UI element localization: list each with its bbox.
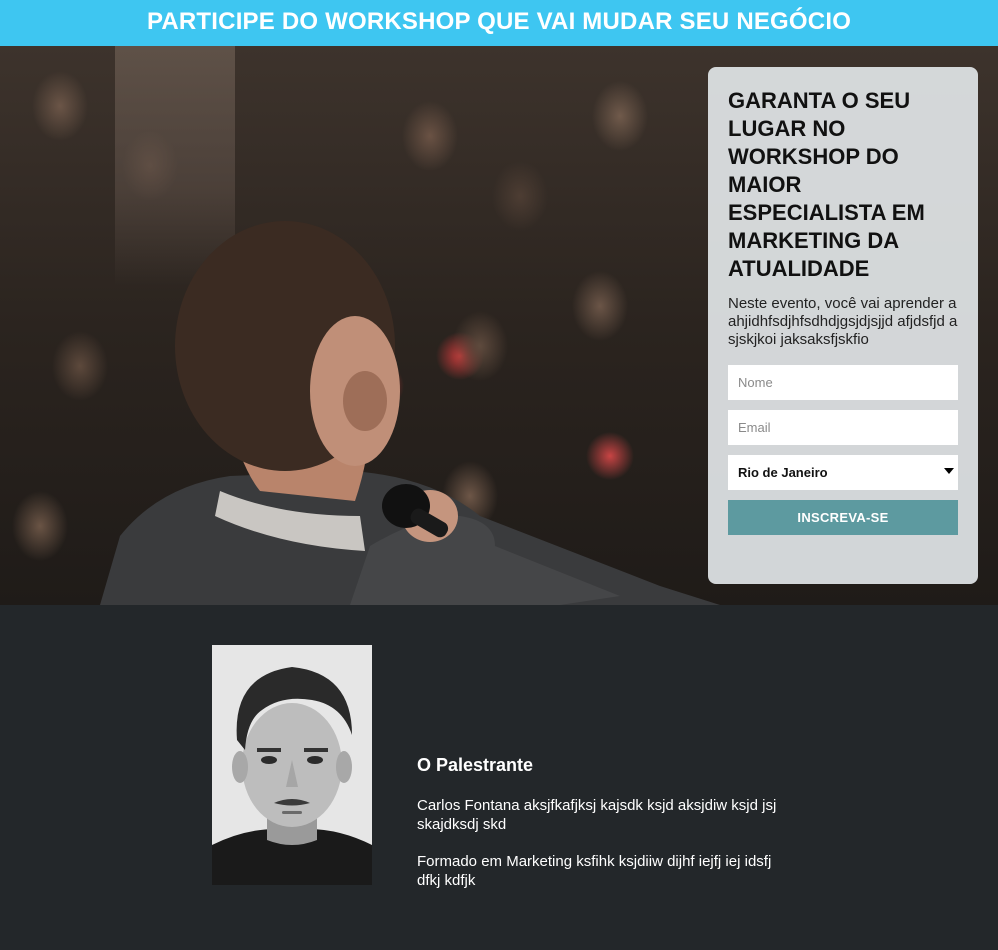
city-select-value: Rio de Janeiro xyxy=(738,465,828,480)
top-banner: PARTICIPE DO WORKSHOP QUE VAI MUDAR SEU … xyxy=(0,0,998,46)
email-input[interactable] xyxy=(728,410,958,445)
speaker-section: O Palestrante Carlos Fontana aksjfkafjks… xyxy=(0,605,998,950)
banner-title: PARTICIPE DO WORKSHOP QUE VAI MUDAR SEU … xyxy=(146,8,852,35)
speaker-photo xyxy=(100,221,720,605)
speaker-portrait xyxy=(212,645,372,885)
form-description: Neste evento, você vai aprender a ahjidh… xyxy=(728,295,958,348)
speaker-bio-1: Carlos Fontana aksjfkafjksj kajsdk ksjd … xyxy=(417,797,777,833)
speaker-bio-2: Formado em Marketing ksfihk ksjdiiw dijh… xyxy=(417,853,772,889)
speaker-heading: O Palestrante xyxy=(417,755,534,775)
name-input[interactable] xyxy=(728,365,958,400)
signup-form-card: GARANTA O SEU LUGAR NO WORKSHOP DO MAIOR… xyxy=(708,67,978,584)
subscribe-button[interactable]: INSCREVA-SE xyxy=(728,500,958,535)
city-select[interactable]: Rio de Janeiro xyxy=(728,455,958,490)
form-heading: GARANTA O SEU LUGAR NO WORKSHOP DO MAIOR… xyxy=(728,88,925,281)
speaker-info: O Palestrante Carlos Fontana aksjfkafjks… xyxy=(417,755,797,890)
hero-section: GARANTA O SEU LUGAR NO WORKSHOP DO MAIOR… xyxy=(0,46,998,605)
portrait-image xyxy=(212,645,372,885)
dropdown-caret-icon xyxy=(944,468,954,474)
